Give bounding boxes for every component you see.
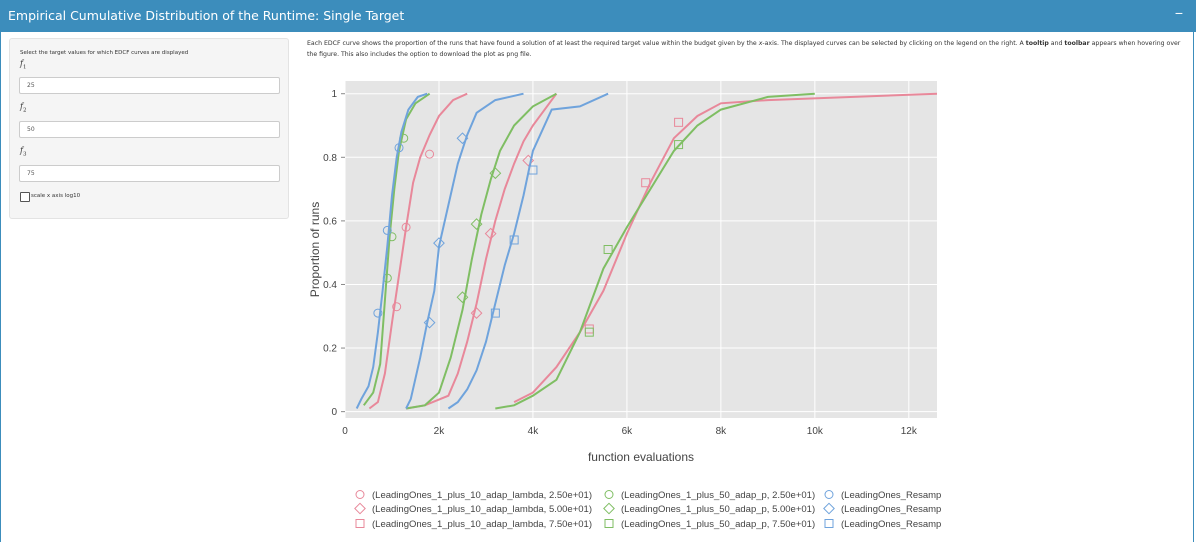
y-tick-label: 0.4 xyxy=(323,280,337,291)
y-tick-label: 0.8 xyxy=(323,153,337,164)
x-tick-label: 2k xyxy=(434,426,446,437)
legend-marker xyxy=(355,519,365,528)
x-tick-label: 4k xyxy=(528,426,540,437)
y-tick-label: 1 xyxy=(331,89,337,100)
y-tick-label: 0.6 xyxy=(323,216,337,227)
legend-item[interactable]: (LeadingOnes_1_plus_50_adap_p, 2.50e+01) xyxy=(621,490,815,501)
legend-marker xyxy=(823,502,835,515)
legend-item[interactable]: (LeadingOnes_1_plus_10_adap_lambda, 2.50… xyxy=(372,490,592,501)
legend-item[interactable]: (LeadingOnes_Resamp xyxy=(841,504,941,515)
legend-marker xyxy=(603,502,615,515)
legend-item[interactable]: (LeadingOnes_1_plus_50_adap_p, 5.00e+01) xyxy=(621,504,815,515)
legend-item[interactable]: (LeadingOnes_1_plus_10_adap_lambda, 7.50… xyxy=(372,519,592,530)
x-tick-label: 10k xyxy=(807,426,824,437)
x-tick-label: 8k xyxy=(716,426,728,437)
x-axis-label: function evaluations xyxy=(588,450,694,464)
legend-item[interactable]: (LeadingOnes_Resamp xyxy=(841,519,941,530)
plot-area xyxy=(345,81,937,418)
x-tick-label: 0 xyxy=(342,426,348,437)
legend-item[interactable]: (LeadingOnes_1_plus_50_adap_p, 7.50e+01) xyxy=(621,519,815,530)
legend-item[interactable]: (LeadingOnes_Resamp xyxy=(841,490,941,501)
ecdf-chart[interactable]: 0 2k 4k 6k 8k 10k 12k 0 0.2 0.4 0.6 0.8 1 function ev… xyxy=(0,0,1196,542)
x-tick-label: 12k xyxy=(901,426,918,437)
y-axis-label: Proportion of runs xyxy=(308,202,322,297)
legend-marker xyxy=(824,490,834,499)
x-tick-label: 6k xyxy=(622,426,634,437)
y-tick-label: 0 xyxy=(331,407,337,418)
legend-marker xyxy=(355,490,365,499)
legend-marker xyxy=(604,519,614,528)
y-tick-label: 0.2 xyxy=(323,344,337,355)
legend-item[interactable]: (LeadingOnes_1_plus_10_adap_lambda, 5.00… xyxy=(372,504,592,515)
legend-marker xyxy=(824,519,834,528)
legend-marker xyxy=(354,502,366,515)
legend-marker xyxy=(604,490,614,499)
